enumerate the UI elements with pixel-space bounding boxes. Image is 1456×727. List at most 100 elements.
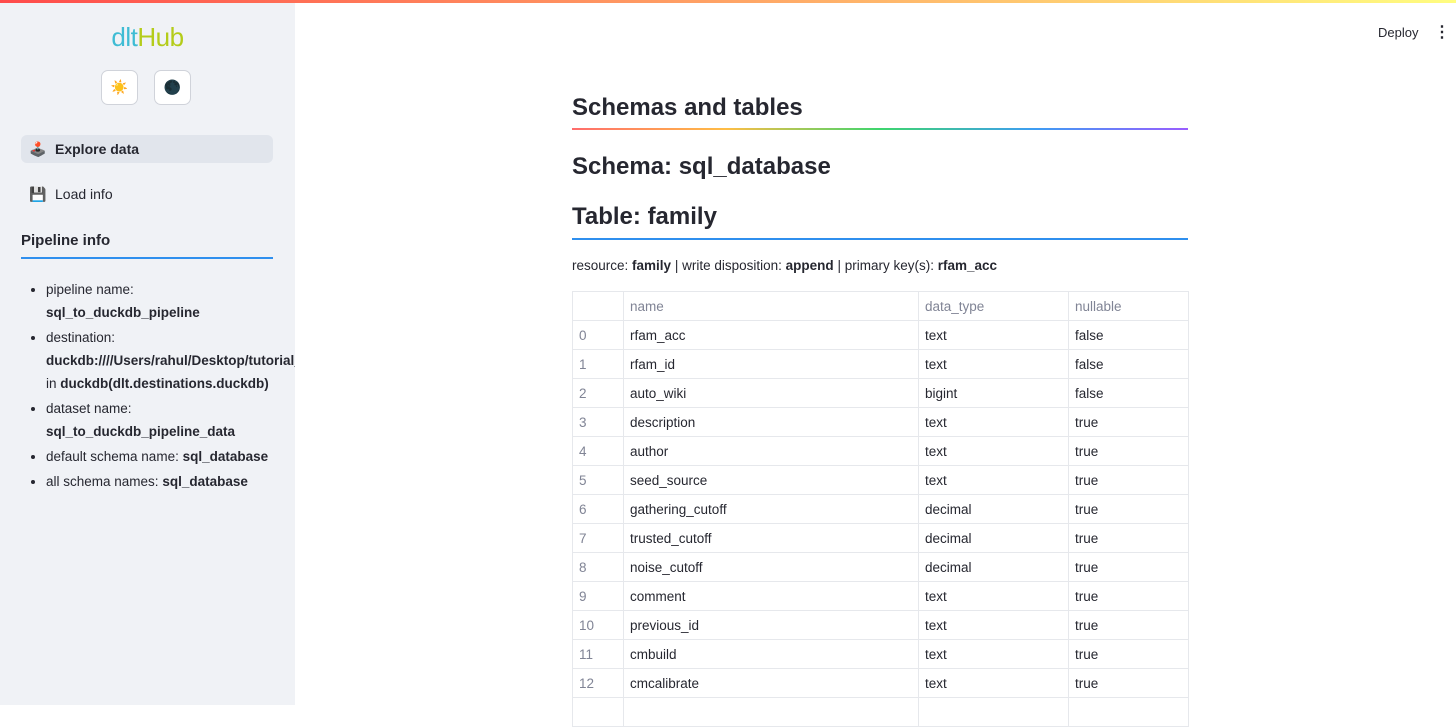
nav-explore-data[interactable]: 🕹️Explore data bbox=[21, 135, 273, 163]
list-item: pipeline name:sql_to_duckdb_pipeline bbox=[46, 278, 295, 324]
row-index[interactable]: 12 bbox=[573, 669, 624, 698]
table-cell[interactable]: bigint bbox=[919, 379, 1069, 408]
table-cell[interactable]: decimal bbox=[919, 524, 1069, 553]
row-index[interactable]: 8 bbox=[573, 553, 624, 582]
table-cell[interactable]: true bbox=[1069, 495, 1189, 524]
table-cell[interactable] bbox=[1069, 698, 1189, 727]
table-cell[interactable]: author bbox=[624, 437, 919, 466]
table-cell[interactable]: false bbox=[1069, 379, 1189, 408]
row-index[interactable]: 0 bbox=[573, 321, 624, 350]
table-cell[interactable]: rfam_id bbox=[624, 350, 919, 379]
table-cell[interactable]: description bbox=[624, 408, 919, 437]
table-cell[interactable]: true bbox=[1069, 611, 1189, 640]
table-cell[interactable]: rfam_acc bbox=[624, 321, 919, 350]
table-row: 6gathering_cutoffdecimaltrue bbox=[573, 495, 1189, 524]
row-index[interactable] bbox=[573, 698, 624, 727]
table-cell[interactable]: text bbox=[919, 408, 1069, 437]
list-item: all schema names: sql_database bbox=[46, 470, 295, 493]
row-index[interactable]: 5 bbox=[573, 466, 624, 495]
divider bbox=[21, 257, 273, 259]
table-cell[interactable]: true bbox=[1069, 437, 1189, 466]
column-header[interactable]: nullable bbox=[1069, 292, 1189, 321]
table-row: 1rfam_idtextfalse bbox=[573, 350, 1189, 379]
table-row: 0rfam_acctextfalse bbox=[573, 321, 1189, 350]
light-theme-button[interactable]: ☀️ bbox=[101, 70, 138, 105]
columns-table[interactable]: namedata_typenullable 0rfam_acctextfalse… bbox=[572, 291, 1189, 727]
table-row: 2auto_wikibigintfalse bbox=[573, 379, 1189, 408]
row-index[interactable]: 7 bbox=[573, 524, 624, 553]
deploy-button[interactable]: Deploy bbox=[1378, 25, 1418, 40]
table-cell[interactable]: seed_source bbox=[624, 466, 919, 495]
row-index[interactable]: 6 bbox=[573, 495, 624, 524]
list-item: dataset name:sql_to_duckdb_pipeline_data bbox=[46, 397, 295, 443]
table-cell[interactable]: false bbox=[1069, 350, 1189, 379]
table-cell[interactable]: true bbox=[1069, 466, 1189, 495]
pipeline-info-title: Pipeline info bbox=[21, 232, 110, 249]
row-index[interactable]: 9 bbox=[573, 582, 624, 611]
table-cell[interactable] bbox=[919, 698, 1069, 727]
table-row: 3descriptiontexttrue bbox=[573, 408, 1189, 437]
table-cell[interactable]: text bbox=[919, 466, 1069, 495]
list-item: destination:duckdb:////Users/rahul/Deskt… bbox=[46, 326, 295, 395]
table-cell[interactable]: cmbuild bbox=[624, 640, 919, 669]
table-cell[interactable]: text bbox=[919, 321, 1069, 350]
table-row bbox=[573, 698, 1189, 727]
row-index[interactable]: 11 bbox=[573, 640, 624, 669]
table-cell[interactable]: auto_wiki bbox=[624, 379, 919, 408]
sun-icon: ☀️ bbox=[111, 79, 128, 96]
table-cell[interactable]: noise_cutoff bbox=[624, 553, 919, 582]
blue-divider bbox=[572, 238, 1188, 240]
table-cell[interactable]: text bbox=[919, 640, 1069, 669]
table-cell[interactable]: true bbox=[1069, 669, 1189, 698]
table-cell[interactable]: true bbox=[1069, 582, 1189, 611]
table-cell[interactable]: decimal bbox=[919, 495, 1069, 524]
pipeline-info-list: pipeline name:sql_to_duckdb_pipeline des… bbox=[46, 278, 295, 495]
column-header[interactable] bbox=[573, 292, 624, 321]
table-row: 4authortexttrue bbox=[573, 437, 1189, 466]
table-cell[interactable]: text bbox=[919, 350, 1069, 379]
table-row: 7trusted_cutoffdecimaltrue bbox=[573, 524, 1189, 553]
joystick-icon: 🕹️ bbox=[29, 141, 47, 158]
table-cell[interactable]: text bbox=[919, 437, 1069, 466]
column-header[interactable]: name bbox=[624, 292, 919, 321]
page-title: Schemas and tables bbox=[572, 94, 803, 122]
floppy-disk-icon: 💾 bbox=[29, 186, 47, 203]
table-cell[interactable]: true bbox=[1069, 524, 1189, 553]
table-cell[interactable]: true bbox=[1069, 408, 1189, 437]
table-cell[interactable]: text bbox=[919, 611, 1069, 640]
row-index[interactable]: 10 bbox=[573, 611, 624, 640]
table-row: 12cmcalibratetexttrue bbox=[573, 669, 1189, 698]
dark-theme-button[interactable]: 🌑 bbox=[154, 70, 191, 105]
dlthub-logo: dltHub bbox=[0, 22, 295, 53]
table-row: 8noise_cutoffdecimaltrue bbox=[573, 553, 1189, 582]
list-item: default schema name: sql_database bbox=[46, 445, 295, 468]
row-index[interactable]: 4 bbox=[573, 437, 624, 466]
table-cell[interactable] bbox=[624, 698, 919, 727]
table-cell[interactable]: text bbox=[919, 669, 1069, 698]
column-header[interactable]: data_type bbox=[919, 292, 1069, 321]
top-decoration-bar bbox=[0, 0, 1456, 3]
table-heading: Table: family bbox=[572, 203, 717, 231]
table-cell[interactable]: text bbox=[919, 582, 1069, 611]
nav-load-info[interactable]: 💾Load info bbox=[21, 180, 273, 208]
more-menu-icon[interactable]: ⋮ bbox=[1434, 22, 1450, 42]
table-row: 10previous_idtexttrue bbox=[573, 611, 1189, 640]
table-cell[interactable]: previous_id bbox=[624, 611, 919, 640]
table-cell[interactable]: true bbox=[1069, 640, 1189, 669]
table-cell[interactable]: comment bbox=[624, 582, 919, 611]
table-cell[interactable]: false bbox=[1069, 321, 1189, 350]
table-row: 9commenttexttrue bbox=[573, 582, 1189, 611]
row-index[interactable]: 3 bbox=[573, 408, 624, 437]
schema-heading: Schema: sql_database bbox=[572, 153, 831, 181]
table-cell[interactable]: gathering_cutoff bbox=[624, 495, 919, 524]
table-cell[interactable]: cmcalibrate bbox=[624, 669, 919, 698]
table-cell[interactable]: decimal bbox=[919, 553, 1069, 582]
table-meta: resource: family | write disposition: ap… bbox=[572, 258, 997, 273]
table-row: 11cmbuildtexttrue bbox=[573, 640, 1189, 669]
row-index[interactable]: 2 bbox=[573, 379, 624, 408]
table-cell[interactable]: trusted_cutoff bbox=[624, 524, 919, 553]
rainbow-divider bbox=[572, 128, 1188, 130]
table-cell[interactable]: true bbox=[1069, 553, 1189, 582]
moon-icon: 🌑 bbox=[164, 79, 181, 96]
row-index[interactable]: 1 bbox=[573, 350, 624, 379]
